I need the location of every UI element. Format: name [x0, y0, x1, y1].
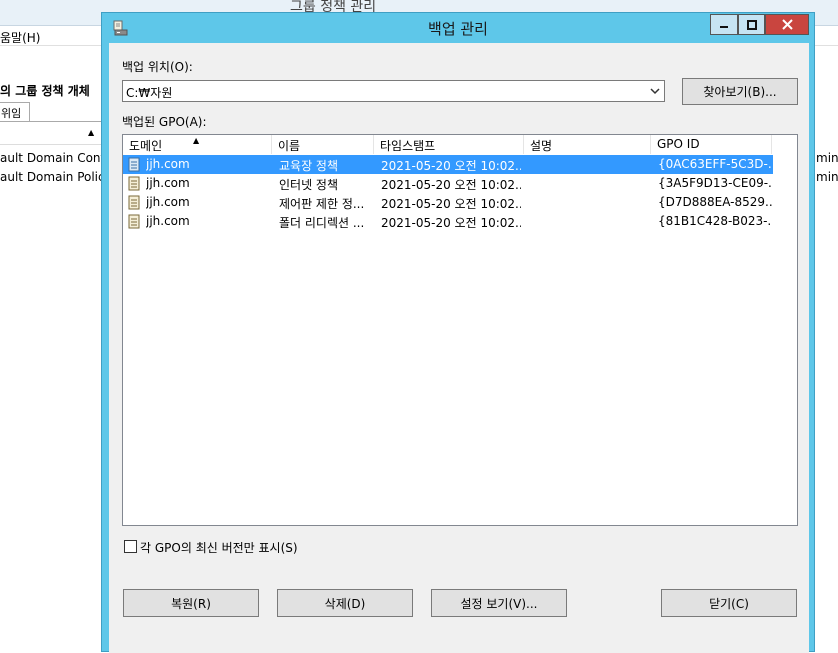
cell-gpo-id: {81B1C428-B023-...	[658, 214, 772, 228]
column-header-label: 도메인	[129, 139, 163, 153]
browse-button[interactable]: 찾아보기(B)...	[682, 78, 798, 105]
bg-right-text: mins	[816, 170, 838, 184]
dialog-title-bar[interactable]: 백업 관리	[102, 13, 814, 43]
cell-domain: jjh.com	[146, 195, 190, 209]
cell-name: 교육장 정책	[279, 159, 339, 173]
cell-gpo-id: {D7D888EA-8529...	[658, 195, 772, 209]
column-header-timestamp[interactable]: 타임스탬프	[374, 135, 524, 154]
cell-timestamp: 2021-05-20 오전 10:02...	[381, 216, 521, 230]
cell-gpo-id: {3A5F9D13-CE09-...	[658, 176, 772, 190]
latest-version-only-label[interactable]: 각 GPO의 최신 버전만 표시(S)	[140, 539, 298, 556]
close-icon	[781, 19, 793, 30]
view-settings-button[interactable]: 설정 보기(V)...	[431, 589, 567, 617]
bg-menu-help[interactable]: 움말(H)	[0, 29, 40, 46]
bg-tab-delegation[interactable]: 위임	[0, 102, 30, 122]
backup-location-value: C:₩자원	[126, 86, 173, 100]
cell-timestamp: 2021-05-20 오전 10:02...	[381, 178, 521, 192]
cell-name: 폴더 리디렉션 ...	[279, 216, 365, 230]
minimize-button[interactable]	[710, 14, 738, 35]
close-button[interactable]: 닫기(C)	[661, 589, 797, 617]
cell-timestamp: 2021-05-20 오전 10:02...	[381, 197, 521, 211]
latest-version-only-checkbox[interactable]	[124, 540, 137, 553]
dialog-body: 백업 위치(O): C:₩자원 찾아보기(B)... 백업된 GPO(A): 도…	[109, 43, 809, 653]
backed-up-gpo-list[interactable]: 도메인 ▲ 이름 타임스탬프 설명 GPO ID jjh.com 교육장 정책 …	[122, 134, 798, 526]
table-row[interactable]: jjh.com 제어판 제한 정... 2021-05-20 오전 10:02.…	[123, 193, 773, 212]
cell-name: 제어판 제한 정...	[279, 197, 365, 211]
cell-domain: jjh.com	[146, 157, 190, 171]
dialog-title: 백업 관리	[428, 20, 488, 38]
maximize-icon	[746, 19, 757, 30]
cell-domain: jjh.com	[146, 176, 190, 190]
bg-right-text: mins	[816, 151, 838, 165]
column-header-description[interactable]: 설명	[524, 135, 651, 154]
maximize-button[interactable]	[738, 14, 765, 35]
bg-list-item[interactable]: ault Domain Contro	[0, 151, 117, 165]
backup-location-combobox[interactable]: C:₩자원	[122, 80, 665, 102]
bg-pane-title: 의 그룹 정책 개체	[0, 84, 90, 98]
backup-management-dialog: 백업 관리 백업 위치(O): C:₩자원 찾아보기(B)... 백업된 GPO…	[101, 12, 815, 653]
column-header-domain[interactable]: 도메인 ▲	[123, 135, 272, 154]
column-header-name[interactable]: 이름	[272, 135, 374, 154]
backup-location-label: 백업 위치(O):	[122, 60, 193, 74]
column-header-gpo-id[interactable]: GPO ID	[651, 135, 772, 154]
gpo-backup-icon	[128, 195, 140, 210]
table-row[interactable]: jjh.com 교육장 정책 2021-05-20 오전 10:02... {0…	[123, 155, 773, 174]
table-row[interactable]: jjh.com 폴더 리디렉션 ... 2021-05-20 오전 10:02.…	[123, 212, 773, 231]
gpo-backup-icon	[128, 157, 140, 172]
chevron-down-icon[interactable]	[650, 85, 660, 97]
delete-button[interactable]: 삭제(D)	[277, 589, 413, 617]
cell-timestamp: 2021-05-20 오전 10:02...	[381, 159, 521, 173]
minimize-icon	[720, 25, 728, 28]
cell-name: 인터넷 정책	[279, 178, 339, 192]
sort-ascending-icon: ▲	[193, 136, 200, 145]
bg-sort-up-icon: ▲	[88, 128, 95, 137]
bg-tab-divider	[0, 121, 102, 122]
bg-list-header[interactable]	[0, 128, 102, 145]
table-row[interactable]: jjh.com 인터넷 정책 2021-05-20 오전 10:02... {3…	[123, 174, 773, 193]
backed-up-gpo-label: 백업된 GPO(A):	[122, 115, 207, 129]
close-window-button[interactable]	[765, 14, 809, 35]
gpo-backup-icon	[128, 176, 140, 191]
cell-gpo-id: {0AC63EFF-5C3D-...	[658, 157, 772, 171]
bg-list-item[interactable]: ault Domain Policy	[0, 170, 112, 184]
restore-button[interactable]: 복원(R)	[123, 589, 259, 617]
list-header: 도메인 ▲ 이름 타임스탬프 설명 GPO ID	[123, 135, 797, 155]
gpo-backup-icon	[128, 214, 140, 229]
cell-domain: jjh.com	[146, 214, 190, 228]
